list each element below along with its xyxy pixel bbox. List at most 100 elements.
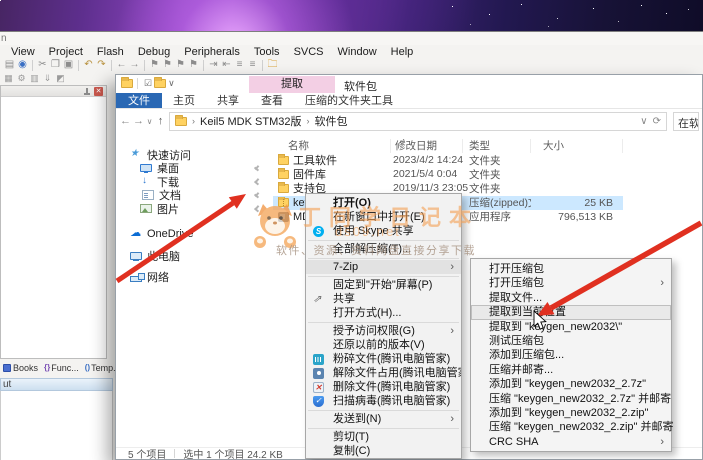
- column-header-date[interactable]: 修改日期: [391, 139, 463, 153]
- ide-menu-project[interactable]: Project: [42, 46, 90, 58]
- menu-item-在新窗口中打开(E)[interactable]: 在新窗口中打开(E): [306, 210, 461, 224]
- menu-item-还原以前的版本(V)[interactable]: 还原以前的版本(V): [306, 338, 461, 352]
- submenu-item-测试压缩包[interactable]: 测试压缩包: [471, 334, 671, 348]
- cut-icon[interactable]: ✂: [36, 59, 49, 71]
- ribbon-tab-查看[interactable]: 查看: [250, 93, 294, 108]
- menu-item-解除文件占用(腾讯电脑管家)[interactable]: 解除文件占用(腾讯电脑管家): [306, 366, 461, 380]
- ide-menu-flash[interactable]: Flash: [90, 46, 131, 58]
- submenu-item-打开压缩包[interactable]: 打开压缩包›: [471, 276, 671, 290]
- menu-item-授予访问权限(G)[interactable]: 授予访问权限(G)›: [306, 324, 461, 338]
- close-pane-icon[interactable]: ✕: [94, 87, 103, 96]
- submenu-item-提取文件...[interactable]: 提取文件...: [471, 291, 671, 305]
- submenu-item-压缩 "keygen_new2032_2.7z" 并邮寄[interactable]: 压缩 "keygen_new2032_2.7z" 并邮寄: [471, 392, 671, 406]
- menu-item-打开(O)[interactable]: 打开(O): [306, 196, 461, 210]
- debug-session-icon[interactable]: ◩: [54, 73, 67, 84]
- address-dropdown-icon[interactable]: ∨: [640, 116, 647, 127]
- download-icon[interactable]: ⇓: [41, 73, 54, 84]
- nav-forward-icon[interactable]: →: [132, 115, 145, 127]
- rebuild-icon[interactable]: ⚙: [15, 73, 28, 84]
- file-row-固件库[interactable]: 固件库2021/5/4 0:04文件夹: [273, 167, 623, 181]
- sidebar-item-图片[interactable]: 图片: [116, 202, 268, 216]
- ribbon-tab-共享[interactable]: 共享: [206, 93, 250, 108]
- sidebar-item-文档[interactable]: 文档: [116, 189, 268, 203]
- ide-menu-view[interactable]: View: [4, 46, 42, 58]
- comment-icon[interactable]: ≡: [233, 59, 246, 71]
- menu-item-剪切(T)[interactable]: 剪切(T): [306, 430, 461, 444]
- column-header-name[interactable]: 名称: [273, 139, 391, 153]
- menu-item-全部解压缩(T)...[interactable]: 全部解压缩(T)...: [306, 242, 461, 256]
- build-icon[interactable]: ▦: [2, 73, 15, 84]
- refresh-icon[interactable]: ⟳: [653, 116, 661, 127]
- menu-item-7-Zip[interactable]: 7-Zip›: [306, 260, 461, 274]
- column-header-size[interactable]: 大小: [531, 139, 623, 153]
- search-input[interactable]: 在软: [673, 112, 699, 131]
- submenu-item-添加到 "keygen_new2032_2.zip"[interactable]: 添加到 "keygen_new2032_2.zip": [471, 406, 671, 420]
- ide-menu-svcs[interactable]: SVCS: [287, 46, 331, 58]
- submenu-item-添加到 "keygen_new2032_2.7z"[interactable]: 添加到 "keygen_new2032_2.7z": [471, 377, 671, 391]
- ide-menu-tools[interactable]: Tools: [247, 46, 287, 58]
- batch-build-icon[interactable]: ▥: [28, 73, 41, 84]
- submenu-item-提取到当前位置[interactable]: 提取到当前位置: [471, 305, 671, 319]
- bookmark-prev-icon[interactable]: ⚑: [161, 59, 174, 71]
- submenu-item-CRC SHA[interactable]: CRC SHA›: [471, 435, 671, 449]
- outdent-icon[interactable]: ⇤: [220, 59, 233, 71]
- menu-item-删除文件(腾讯电脑管家)[interactable]: 删除文件(腾讯电脑管家)✕: [306, 380, 461, 394]
- qat-caret-icon[interactable]: ∨: [168, 78, 175, 89]
- sidebar-item-快速访问[interactable]: 快速访问: [116, 148, 268, 162]
- breadcrumb[interactable]: ›Keil5 MDK STM32版›软件包∨⟳: [169, 112, 667, 131]
- properties-icon[interactable]: ☑: [144, 78, 152, 89]
- menu-item-扫描病毒(腾讯电脑管家)[interactable]: 扫描病毒(腾讯电脑管家)✓: [306, 394, 461, 408]
- ide-menu-window[interactable]: Window: [331, 46, 384, 58]
- uncomment-icon[interactable]: ≡: [246, 59, 259, 71]
- sidebar-item-OneDrive[interactable]: OneDrive: [116, 228, 268, 242]
- new-folder-icon[interactable]: [154, 79, 166, 88]
- forward-icon[interactable]: →: [128, 59, 141, 71]
- back-icon[interactable]: ←: [115, 59, 128, 71]
- indent-icon[interactable]: ⇥: [207, 59, 220, 71]
- sidebar-item-网络[interactable]: 网络: [116, 271, 268, 285]
- ribbon-tab-文件[interactable]: 文件: [116, 93, 162, 108]
- menu-item-共享[interactable]: 共享⇗: [306, 292, 461, 306]
- undo-icon[interactable]: ↶: [82, 59, 95, 71]
- nav-up-icon[interactable]: ↑: [154, 115, 167, 127]
- column-header-type[interactable]: 类型: [463, 139, 531, 153]
- bookmark-next-icon[interactable]: ⚑: [174, 59, 187, 71]
- save-icon[interactable]: ▤: [3, 59, 16, 71]
- ide-tab-functions[interactable]: {}Func...: [44, 363, 79, 373]
- sidebar-item-下载[interactable]: 下载: [116, 175, 268, 189]
- ide-tab-books[interactable]: Books: [3, 363, 38, 373]
- ide-menu-peripherals[interactable]: Peripherals: [177, 46, 247, 58]
- submenu-item-提取到 "keygen_new2032\"[interactable]: 提取到 "keygen_new2032\": [471, 320, 671, 334]
- redo-icon[interactable]: ↷: [95, 59, 108, 71]
- nav-back-icon[interactable]: ←: [119, 115, 132, 127]
- desktop-icon: [140, 164, 152, 172]
- ide-menu-help[interactable]: Help: [384, 46, 421, 58]
- sidebar-item-桌面[interactable]: 桌面: [116, 162, 268, 176]
- submenu-item-压缩并邮寄...[interactable]: 压缩并邮寄...: [471, 363, 671, 377]
- submenu-item-压缩 "keygen_new2032_2.zip" 并邮寄[interactable]: 压缩 "keygen_new2032_2.zip" 并邮寄: [471, 420, 671, 434]
- breadcrumb-segment[interactable]: Keil5 MDK STM32版: [200, 113, 301, 129]
- ribbon-tab-压缩的文件夹工具[interactable]: 压缩的文件夹工具: [294, 93, 404, 108]
- target-ball-icon[interactable]: ◉: [16, 59, 29, 71]
- menu-item-复制(C)[interactable]: 复制(C): [306, 444, 461, 458]
- seven-zip-submenu: 打开压缩包打开压缩包›提取文件...提取到当前位置提取到 "keygen_new…: [470, 258, 672, 452]
- menu-item-使用 Skype 共享[interactable]: 使用 Skype 共享S: [306, 224, 461, 238]
- file-row-工具软件[interactable]: 工具软件2023/4/2 14:24文件夹: [273, 153, 623, 167]
- sidebar-item-此电脑[interactable]: 此电脑: [116, 249, 268, 263]
- submenu-item-添加到压缩包...[interactable]: 添加到压缩包...: [471, 348, 671, 362]
- open-folder-icon[interactable]: 🗀: [266, 59, 279, 71]
- bookmark-toggle-icon[interactable]: ⚑: [148, 59, 161, 71]
- breadcrumb-segment[interactable]: 软件包: [314, 113, 347, 129]
- pin-pane-icon[interactable]: [83, 88, 90, 95]
- bookmark-clear-icon[interactable]: ⚑: [187, 59, 200, 71]
- menu-item-固定到"开始"屏幕(P)[interactable]: 固定到"开始"屏幕(P): [306, 278, 461, 292]
- copy-icon[interactable]: ❐: [49, 59, 62, 71]
- ribbon-tab-主页[interactable]: 主页: [162, 93, 206, 108]
- paste-icon[interactable]: ▣: [62, 59, 75, 71]
- submenu-item-打开压缩包[interactable]: 打开压缩包: [471, 262, 671, 276]
- ide-menu-debug[interactable]: Debug: [131, 46, 177, 58]
- menu-item-打开方式(H)...[interactable]: 打开方式(H)...: [306, 306, 461, 320]
- nav-recent-icon[interactable]: ∨: [145, 117, 154, 126]
- menu-item-粉碎文件(腾讯电脑管家)[interactable]: 粉碎文件(腾讯电脑管家): [306, 352, 461, 366]
- menu-item-发送到(N)[interactable]: 发送到(N)›: [306, 412, 461, 426]
